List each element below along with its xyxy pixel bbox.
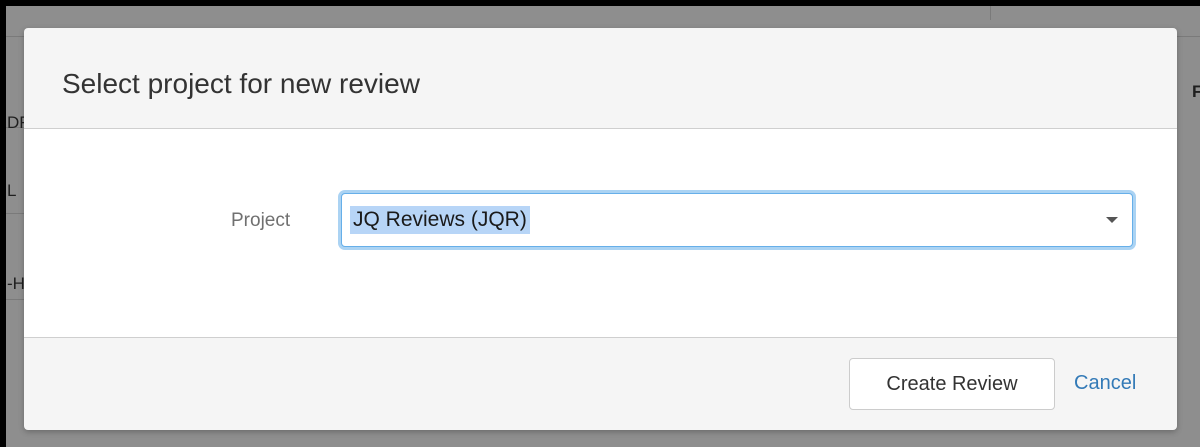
project-select-value: JQ Reviews (JQR) xyxy=(350,206,530,234)
create-review-button[interactable]: Create Review xyxy=(849,358,1055,410)
project-select[interactable]: JQ Reviews (JQR) xyxy=(341,193,1133,247)
caret-down-icon[interactable] xyxy=(1106,217,1118,223)
project-label: Project xyxy=(231,210,291,231)
cancel-link[interactable]: Cancel xyxy=(1074,372,1136,395)
select-project-dialog: Select project for new review Project JQ… xyxy=(24,28,1177,430)
dialog-header: Select project for new review xyxy=(24,28,1177,129)
background-row-text: L xyxy=(7,181,17,200)
background-right-fragment: F xyxy=(1192,82,1200,101)
dialog-body: Project JQ Reviews (JQR) xyxy=(24,129,1177,338)
background-row-text: -H xyxy=(7,274,25,293)
background-divider xyxy=(990,6,991,20)
dialog-title: Select project for new review xyxy=(62,68,420,99)
dialog-footer: Create Review Cancel xyxy=(24,338,1177,430)
